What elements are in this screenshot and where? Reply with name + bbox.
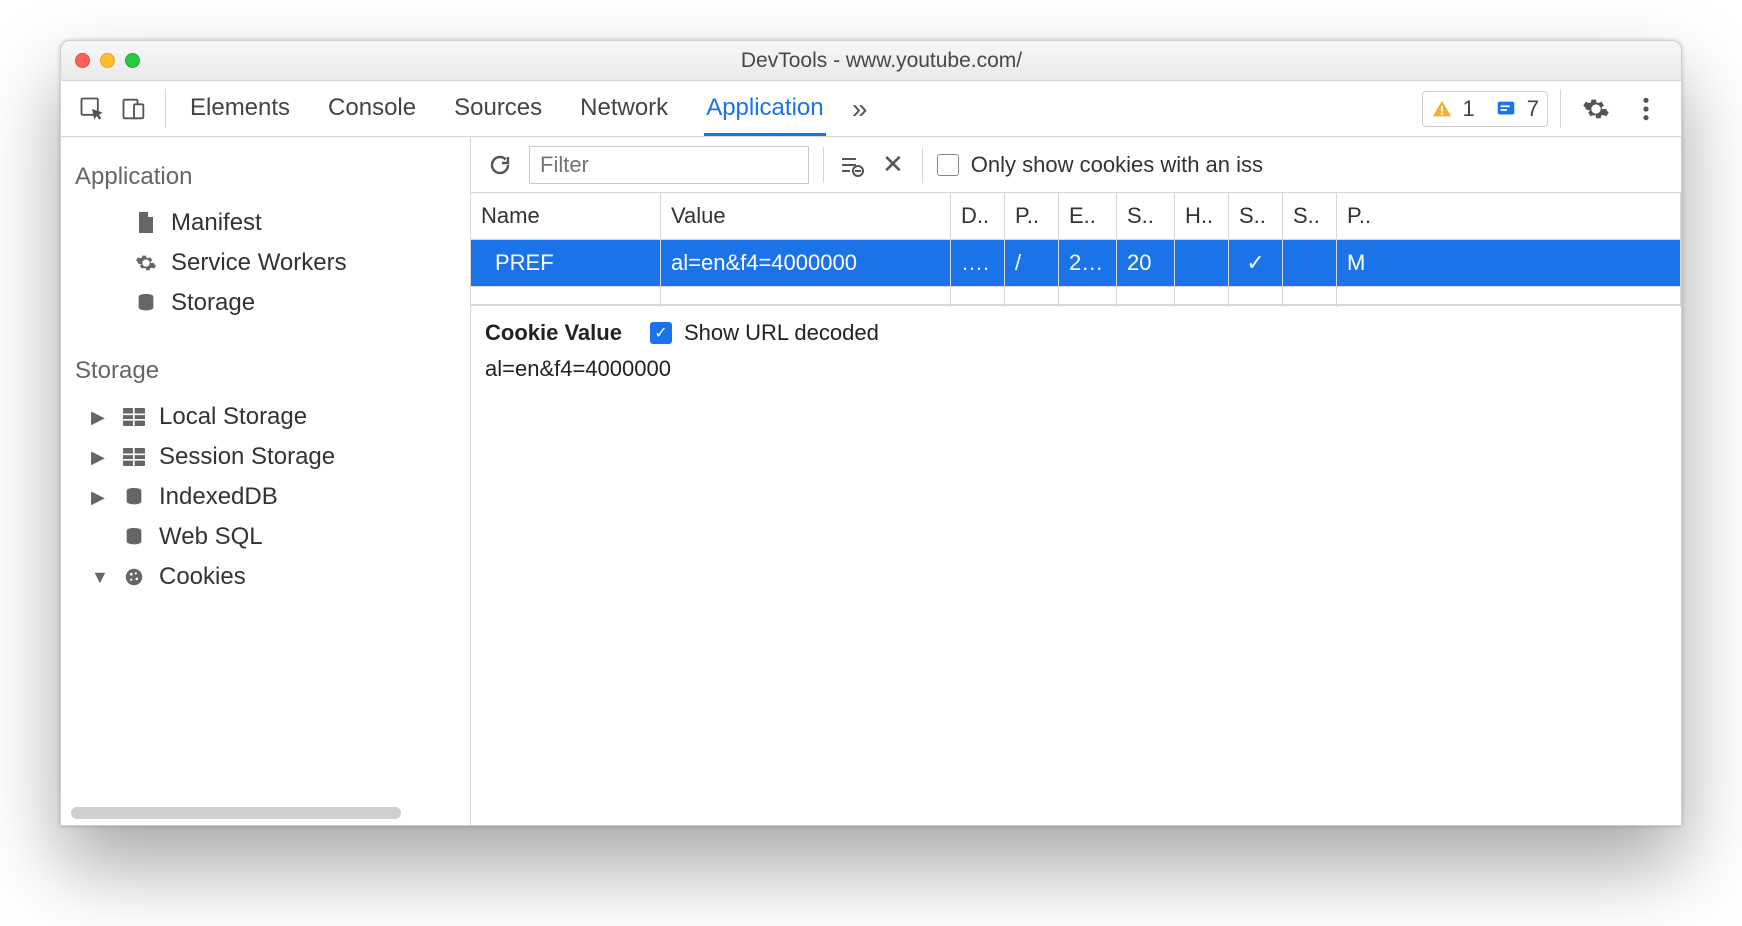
show-url-decoded-label: Show URL decoded	[684, 320, 879, 346]
cookie-value-title: Cookie Value	[485, 320, 622, 346]
sidebar-item-label: Local Storage	[159, 403, 307, 431]
grid-icon	[121, 408, 147, 426]
col-priority[interactable]: P..	[1337, 193, 1681, 240]
more-options-button[interactable]	[1623, 81, 1669, 136]
settings-button[interactable]	[1573, 81, 1619, 136]
table-row-empty[interactable]	[471, 287, 1681, 305]
inspect-element-button[interactable]	[73, 81, 111, 136]
cell-priority: M	[1337, 240, 1681, 286]
sidebar-horizontal-scrollbar[interactable]	[71, 807, 401, 819]
cookie-detail-pane: Cookie Value ✓ Show URL decoded al=en&f4…	[471, 305, 1681, 396]
maximize-window-button[interactable]	[125, 53, 140, 68]
database-icon	[121, 486, 147, 508]
sidebar-item-label: Cookies	[159, 563, 246, 591]
sidebar-item-label: IndexedDB	[159, 483, 278, 511]
tab-network[interactable]: Network	[578, 82, 670, 136]
cookie-icon	[121, 566, 147, 588]
toggle-device-toolbar-button[interactable]	[115, 81, 153, 136]
sidebar-item-label: Storage	[171, 289, 255, 317]
gear-icon	[133, 252, 159, 274]
cookie-value-text: al=en&f4=4000000	[485, 356, 1667, 382]
expand-arrow-icon: ▶	[91, 487, 109, 508]
cell-secure: ✓	[1229, 240, 1283, 286]
table-header-row: Name Value D.. P.. E.. S.. H.. S.. S.. P…	[471, 193, 1681, 240]
sidebar-item-label: Web SQL	[159, 523, 263, 551]
cell-httponly	[1175, 240, 1229, 286]
tab-sources[interactable]: Sources	[452, 82, 544, 136]
expand-arrow-icon: ▶	[91, 407, 109, 428]
message-icon	[1495, 98, 1517, 120]
sidebar-section-application: Application	[67, 153, 464, 203]
cell-name: PREF	[471, 240, 661, 286]
more-tabs-button[interactable]: »	[840, 81, 880, 136]
console-status-badges[interactable]: 1 7	[1422, 91, 1549, 127]
sidebar-item-indexeddb[interactable]: ▶ IndexedDB	[67, 477, 464, 517]
table-row[interactable]: PREF al=en&f4=4000000 …. / 2… 20 ✓ M	[471, 240, 1681, 287]
cell-expires: 2…	[1059, 240, 1117, 286]
col-samesite[interactable]: S..	[1283, 193, 1337, 240]
cell-samesite	[1283, 240, 1337, 286]
sidebar-item-label: Service Workers	[171, 249, 347, 277]
cell-domain: ….	[951, 240, 1005, 286]
close-window-button[interactable]	[75, 53, 90, 68]
sidebar-item-local-storage[interactable]: ▶ Local Storage	[67, 397, 464, 437]
cell-value: al=en&f4=4000000	[661, 240, 951, 286]
sidebar-item-label: Session Storage	[159, 443, 335, 471]
clear-all-button[interactable]	[838, 153, 864, 177]
tab-application[interactable]: Application	[704, 82, 825, 136]
window-title: DevTools - www.youtube.com/	[156, 49, 1607, 73]
show-url-decoded-checkbox[interactable]: ✓ Show URL decoded	[650, 320, 879, 346]
only-issues-label: Only show cookies with an iss	[971, 152, 1263, 178]
sidebar-item-label: Manifest	[171, 209, 262, 237]
devtools-window: DevTools - www.youtube.com/ Elements Con…	[60, 40, 1682, 826]
panel-tabs: Elements Console Sources Network Applica…	[178, 81, 836, 136]
titlebar: DevTools - www.youtube.com/	[61, 41, 1681, 81]
sidebar-item-storage-overview[interactable]: Storage	[67, 283, 464, 323]
checkbox-icon	[937, 154, 959, 176]
cookies-table: Name Value D.. P.. E.. S.. H.. S.. S.. P…	[471, 193, 1681, 305]
cookies-toolbar: ✕ Only show cookies with an iss	[471, 137, 1681, 193]
expand-arrow-icon: ▶	[91, 447, 109, 468]
database-icon	[133, 292, 159, 314]
warning-icon	[1431, 98, 1453, 120]
cell-size: 20	[1117, 240, 1175, 286]
col-value[interactable]: Value	[661, 193, 951, 240]
database-icon	[121, 526, 147, 548]
sidebar-item-session-storage[interactable]: ▶ Session Storage	[67, 437, 464, 477]
sidebar-section-storage: Storage	[67, 347, 464, 397]
only-issues-checkbox[interactable]: Only show cookies with an iss	[937, 152, 1263, 178]
sidebar-item-cookies[interactable]: ▼ Cookies	[67, 557, 464, 597]
col-httponly[interactable]: H..	[1175, 193, 1229, 240]
tab-elements[interactable]: Elements	[188, 82, 292, 136]
col-name[interactable]: Name	[471, 193, 661, 240]
cell-path: /	[1005, 240, 1059, 286]
sidebar-item-manifest[interactable]: Manifest	[67, 203, 464, 243]
tab-console[interactable]: Console	[326, 82, 418, 136]
col-path[interactable]: P..	[1005, 193, 1059, 240]
col-expires[interactable]: E..	[1059, 193, 1117, 240]
application-sidebar: Application Manifest Service Workers	[61, 137, 471, 825]
warning-count: 1	[1463, 96, 1475, 122]
col-secure[interactable]: S..	[1229, 193, 1283, 240]
cookies-panel: ✕ Only show cookies with an iss Name Val…	[471, 137, 1681, 825]
window-controls	[75, 53, 140, 68]
checkbox-checked-icon: ✓	[650, 322, 672, 344]
file-icon	[133, 211, 159, 235]
sidebar-item-service-workers[interactable]: Service Workers	[67, 243, 464, 283]
col-size[interactable]: S..	[1117, 193, 1175, 240]
delete-selected-button[interactable]: ✕	[878, 149, 908, 180]
grid-icon	[121, 448, 147, 466]
minimize-window-button[interactable]	[100, 53, 115, 68]
col-domain[interactable]: D..	[951, 193, 1005, 240]
refresh-button[interactable]	[485, 153, 515, 177]
message-count: 7	[1527, 96, 1539, 122]
devtools-tabstrip: Elements Console Sources Network Applica…	[61, 81, 1681, 137]
filter-input[interactable]	[529, 146, 809, 184]
collapse-arrow-icon: ▼	[91, 567, 109, 588]
sidebar-item-web-sql[interactable]: Web SQL	[67, 517, 464, 557]
